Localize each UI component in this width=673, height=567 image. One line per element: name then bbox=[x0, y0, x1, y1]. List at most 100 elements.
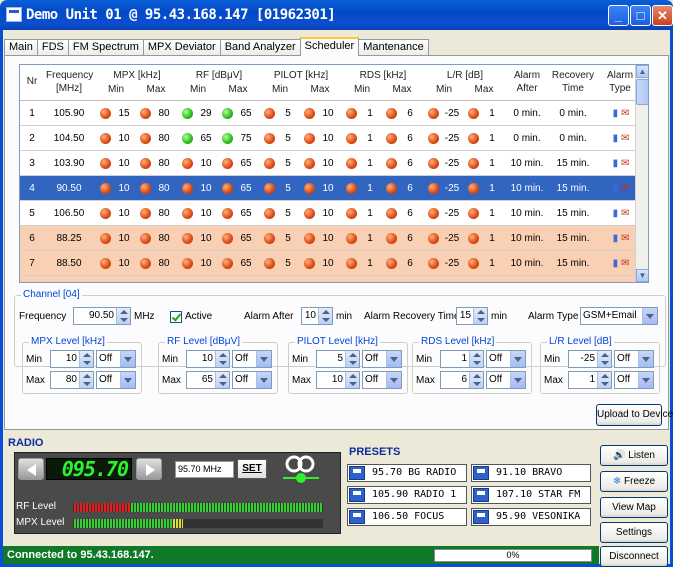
save-icon[interactable] bbox=[349, 466, 365, 480]
spinner-arrows-icon[interactable] bbox=[318, 308, 332, 324]
tab-band-analyzer[interactable]: Band Analyzer bbox=[219, 39, 301, 56]
save-icon[interactable] bbox=[349, 510, 365, 524]
level-min-mode-select[interactable]: Off bbox=[362, 350, 402, 368]
save-icon[interactable] bbox=[473, 510, 489, 524]
alarm-after-spinner[interactable]: 10 bbox=[301, 307, 333, 325]
chevron-down-icon[interactable] bbox=[120, 372, 135, 388]
seek-left-button[interactable] bbox=[18, 458, 44, 480]
close-button[interactable]: ✕ bbox=[652, 5, 673, 26]
spinner-arrows-icon[interactable] bbox=[345, 351, 359, 367]
level-max-spinner[interactable]: 1 bbox=[568, 371, 612, 389]
scroll-up-icon[interactable]: ▲ bbox=[636, 65, 648, 78]
chevron-down-icon[interactable] bbox=[510, 372, 525, 388]
tab-mpx-deviator[interactable]: MPX Deviator bbox=[142, 39, 221, 56]
preset-button[interactable]: 95.70 BG RADIO bbox=[347, 464, 467, 482]
level-max-mode-select[interactable]: Off bbox=[96, 371, 136, 389]
spinner-arrows-icon[interactable] bbox=[215, 351, 229, 367]
tab-fds[interactable]: FDS bbox=[36, 39, 69, 56]
level-max-mode-select[interactable]: Off bbox=[362, 371, 402, 389]
frequency-spinner[interactable]: 90.50 bbox=[73, 307, 131, 325]
view-map-button[interactable]: View Map bbox=[600, 497, 668, 518]
save-icon[interactable] bbox=[473, 466, 489, 480]
chevron-down-icon[interactable] bbox=[642, 308, 657, 324]
level-min-spinner[interactable]: 1 bbox=[440, 350, 484, 368]
level-max-spinner[interactable]: 65 bbox=[186, 371, 230, 389]
table-row[interactable]: 3 103.90 10 80 10 65 5 10 1 6 -25 1 10 min. 15 min. ▮ … bbox=[20, 151, 640, 176]
level-min-spinner[interactable]: 5 bbox=[316, 350, 360, 368]
listen-button[interactable]: 🔊 Listen bbox=[600, 445, 668, 466]
alarm-type-icons: ▮ ✉ bbox=[604, 126, 638, 151]
row-rf-max: 65 bbox=[240, 108, 252, 119]
disconnect-button[interactable]: Disconnect bbox=[600, 546, 668, 567]
tab-maintenance[interactable]: Mantenance bbox=[358, 39, 429, 56]
minimize-button[interactable]: _ bbox=[608, 5, 629, 26]
scroll-down-icon[interactable]: ▼ bbox=[636, 269, 648, 282]
level-max-mode-select[interactable]: Off bbox=[614, 371, 654, 389]
chevron-down-icon[interactable] bbox=[256, 351, 271, 367]
seek-right-button[interactable] bbox=[136, 458, 162, 480]
level-min-mode-select[interactable]: Off bbox=[96, 350, 136, 368]
tab-main[interactable]: Main bbox=[4, 39, 38, 56]
preset-button[interactable]: 107.10 STAR FM bbox=[471, 486, 591, 504]
spinner-arrows-icon[interactable] bbox=[597, 372, 611, 388]
recovery-time-spinner[interactable]: 15 bbox=[456, 307, 488, 325]
presets-label: PRESETS bbox=[349, 446, 401, 458]
spinner-arrows-icon[interactable] bbox=[116, 308, 130, 324]
chevron-down-icon[interactable] bbox=[510, 351, 525, 367]
table-row[interactable]: 6 88.25 10 80 10 65 5 10 1 6 -25 1 10 min. 15 min. ▮ ✉ bbox=[20, 226, 640, 251]
spinner-arrows-icon[interactable] bbox=[345, 372, 359, 388]
level-min-spinner[interactable]: -25 bbox=[568, 350, 612, 368]
settings-button[interactable]: Settings bbox=[600, 522, 668, 543]
table-row[interactable]: 1 105.90 15 80 29 65 5 10 1 6 -25 1 0 min. 0 min. ▮ ✉ bbox=[20, 101, 640, 126]
level-max-spinner[interactable]: 6 bbox=[440, 371, 484, 389]
radio-frequency-input[interactable]: 95.70 MHz bbox=[175, 461, 234, 478]
chevron-down-icon[interactable] bbox=[120, 351, 135, 367]
chevron-down-icon[interactable] bbox=[256, 372, 271, 388]
set-button[interactable]: SET bbox=[237, 459, 267, 479]
scroll-thumb[interactable] bbox=[636, 79, 648, 105]
level-max-mode-select[interactable]: Off bbox=[232, 371, 272, 389]
save-icon[interactable] bbox=[349, 488, 365, 502]
preset-button[interactable]: 106.50 FOCUS bbox=[347, 508, 467, 526]
level-min-mode-select[interactable]: Off bbox=[614, 350, 654, 368]
table-row[interactable]: 5 106.50 10 80 10 65 5 10 1 6 -25 1 10 min. 15 min. ▮ … bbox=[20, 201, 640, 226]
row-frequency: 103.90 bbox=[53, 158, 85, 169]
level-min-mode-select[interactable]: Off bbox=[486, 350, 526, 368]
spinner-arrows-icon[interactable] bbox=[79, 351, 93, 367]
level-max-spinner[interactable]: 10 bbox=[316, 371, 360, 389]
active-checkbox[interactable] bbox=[170, 311, 182, 323]
spinner-arrows-icon[interactable] bbox=[473, 308, 487, 324]
level-min-spinner[interactable]: 10 bbox=[50, 350, 94, 368]
spinner-arrows-icon[interactable] bbox=[469, 351, 483, 367]
level-min-mode-select[interactable]: Off bbox=[232, 350, 272, 368]
preset-label: 91.10 BRAVO bbox=[496, 467, 563, 478]
maximize-button[interactable]: □ bbox=[630, 5, 651, 26]
channel-grid[interactable]: Nr Frequency [MHz] MPX [kHz] RF [dBμV] P… bbox=[19, 64, 649, 283]
level-min-spinner[interactable]: 10 bbox=[186, 350, 230, 368]
table-row[interactable]: 888.751080106551016-25110 min.15 min.▮ ✉ bbox=[20, 276, 640, 282]
preset-button[interactable]: 105.90 RADIO 1 bbox=[347, 486, 467, 504]
table-row[interactable]: 2 104.50 10 80 65 75 5 10 1 6 -25 1 0 min. 0 min. ▮ ✉ bbox=[20, 126, 640, 151]
chevron-down-icon[interactable] bbox=[638, 372, 653, 388]
row-pilot-min: 5 bbox=[285, 183, 291, 194]
tab-scheduler[interactable]: Scheduler bbox=[299, 37, 360, 56]
upload-to-device-button[interactable]: Upload to Device bbox=[596, 404, 673, 426]
spinner-arrows-icon[interactable] bbox=[215, 372, 229, 388]
spinner-arrows-icon[interactable] bbox=[597, 351, 611, 367]
alarm-type-select[interactable]: GSM+Email bbox=[580, 307, 658, 325]
preset-button[interactable]: 95.90 VESONIKA bbox=[471, 508, 591, 526]
spinner-arrows-icon[interactable] bbox=[469, 372, 483, 388]
chevron-down-icon[interactable] bbox=[638, 351, 653, 367]
table-row[interactable]: 4 90.50 10 80 10 65 5 10 1 6 -25 1 10 min. 15 min. ▮ ✉ bbox=[20, 176, 640, 201]
spinner-arrows-icon[interactable] bbox=[79, 372, 93, 388]
preset-button[interactable]: 91.10 BRAVO bbox=[471, 464, 591, 482]
save-icon[interactable] bbox=[473, 488, 489, 502]
grid-scrollbar[interactable]: ▲ ▼ bbox=[635, 65, 648, 282]
chevron-down-icon[interactable] bbox=[386, 351, 401, 367]
tab-fm-spectrum[interactable]: FM Spectrum bbox=[67, 39, 144, 56]
freeze-button[interactable]: ❄ Freeze bbox=[600, 471, 668, 492]
table-row[interactable]: 7 88.50 10 80 10 65 5 10 1 6 -25 1 10 min. 15 min. ▮ ✉ bbox=[20, 251, 640, 276]
chevron-down-icon[interactable] bbox=[386, 372, 401, 388]
level-max-mode-select[interactable]: Off bbox=[486, 371, 526, 389]
level-max-spinner[interactable]: 80 bbox=[50, 371, 94, 389]
